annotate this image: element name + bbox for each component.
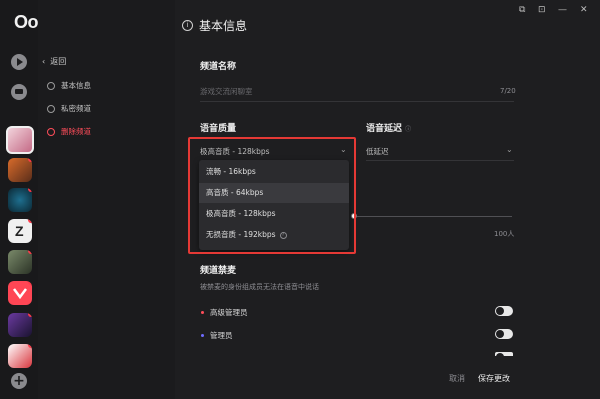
notification-dot <box>28 219 32 223</box>
pin-icon[interactable]: ⧉ <box>519 5 525 15</box>
role-toggle[interactable] <box>495 306 513 316</box>
chevron-down-icon[interactable]: ⌄ <box>506 145 513 154</box>
role-item: 管理员 <box>201 330 233 341</box>
role-label: 高级管理员 <box>210 308 248 317</box>
back-button[interactable]: ‹ 返回 <box>42 56 66 67</box>
svg-text:Z: Z <box>15 223 24 239</box>
user-lock-icon <box>47 104 55 113</box>
server-avatar[interactable] <box>8 344 32 368</box>
notification-dot <box>28 188 32 192</box>
member-limit-value: 100人 <box>494 230 515 238</box>
server-rail: Oopz. Z + <box>0 0 62 399</box>
server-avatar[interactable] <box>8 158 32 182</box>
role-toggle[interactable] <box>495 352 513 361</box>
voice-delay-select[interactable]: 低延迟 <box>366 146 389 157</box>
add-server-icon[interactable]: + <box>11 373 27 389</box>
restore-icon[interactable]: ⊡ <box>538 5 546 15</box>
minimize-icon[interactable]: — <box>558 5 567 15</box>
nav-item-delete-channel[interactable]: 删除频道 <box>47 126 91 137</box>
char-counter: 7/20 <box>500 87 516 95</box>
notification-dot <box>28 158 32 162</box>
server-avatar[interactable] <box>8 281 32 305</box>
explore-icon[interactable] <box>11 54 27 70</box>
role-color-dot <box>201 334 204 337</box>
cancel-button[interactable]: 取消 <box>449 373 465 384</box>
server-avatar[interactable]: Z <box>8 219 32 243</box>
role-item: 高级管理员 <box>201 307 248 318</box>
server-avatar[interactable] <box>8 188 32 212</box>
server-avatar[interactable] <box>8 313 32 337</box>
role-toggle[interactable] <box>495 329 513 339</box>
info-icon: i <box>182 20 193 31</box>
save-button[interactable]: 保存更改 <box>478 373 510 384</box>
trash-icon <box>47 127 55 136</box>
back-label: 返回 <box>50 57 67 66</box>
notification-dot <box>28 344 32 348</box>
mic-ban-label: 频道禁麦 <box>200 266 237 276</box>
notification-dot <box>28 250 32 254</box>
highlight-box <box>188 137 356 254</box>
page-title-text: 基本信息 <box>199 19 248 33</box>
role-label: 管理员 <box>210 331 233 340</box>
notification-dot <box>28 313 32 317</box>
role-color-dot <box>201 311 204 314</box>
nav-item-label: 私密频道 <box>61 104 91 113</box>
help-icon[interactable]: ⓘ <box>405 126 411 133</box>
messages-icon[interactable] <box>11 84 27 100</box>
channel-name-underline <box>200 101 514 102</box>
info-icon <box>47 81 55 90</box>
voice-quality-label: 语音质量 <box>200 124 237 134</box>
server-avatar[interactable] <box>6 126 34 154</box>
voice-delay-label-text: 语音延迟 <box>366 124 403 134</box>
nav-item-basic-info[interactable]: 基本信息 <box>47 80 91 91</box>
voice-delay-label: 语音延迟 ⓘ <box>366 121 411 134</box>
nav-item-private-channel[interactable]: 私密频道 <box>47 103 91 114</box>
server-avatar[interactable] <box>8 250 32 274</box>
nav-item-label: 删除频道 <box>61 127 91 136</box>
notification-dot <box>28 281 32 285</box>
app-window: Oopz. Z + ‹ <box>0 0 600 399</box>
channel-name-input[interactable]: 游戏交流闲聊室 <box>200 86 253 97</box>
member-limit-slider[interactable] <box>352 216 512 217</box>
page-title: i 基本信息 <box>182 17 247 34</box>
nav-item-label: 基本信息 <box>61 81 91 90</box>
voice-delay-underline <box>366 160 514 161</box>
channel-name-label: 频道名称 <box>200 62 237 72</box>
close-icon[interactable]: ✕ <box>580 5 588 15</box>
mic-ban-description: 被禁麦的身份组成员无法在语音中说话 <box>200 283 319 291</box>
